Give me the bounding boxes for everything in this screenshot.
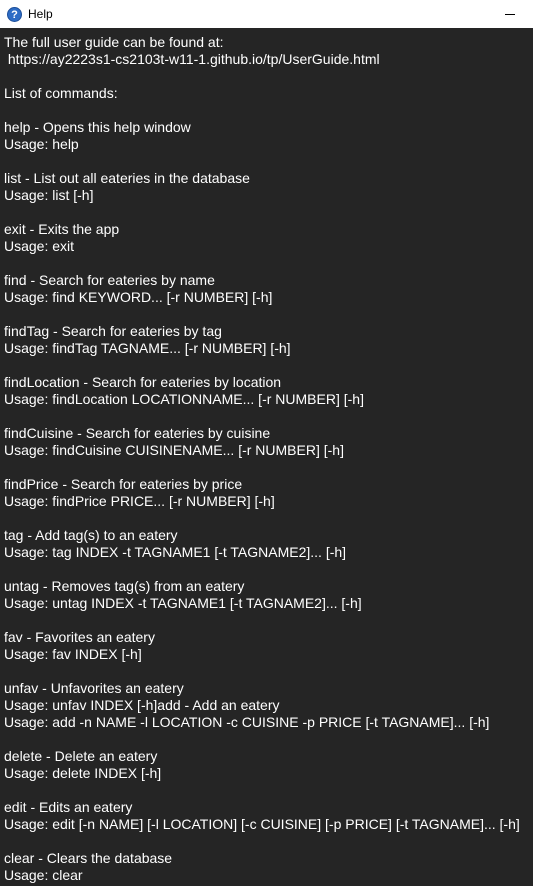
title-bar[interactable]: ? Help xyxy=(0,0,533,28)
minimize-button[interactable] xyxy=(487,0,533,28)
minimize-icon xyxy=(505,13,515,15)
help-text: The full user guide can be found at: htt… xyxy=(4,34,520,883)
window-title: Help xyxy=(28,7,53,21)
help-question-icon: ? xyxy=(7,6,22,22)
help-content[interactable]: The full user guide can be found at: htt… xyxy=(0,28,533,886)
help-window: ? Help The full user guide can be found … xyxy=(0,0,533,886)
